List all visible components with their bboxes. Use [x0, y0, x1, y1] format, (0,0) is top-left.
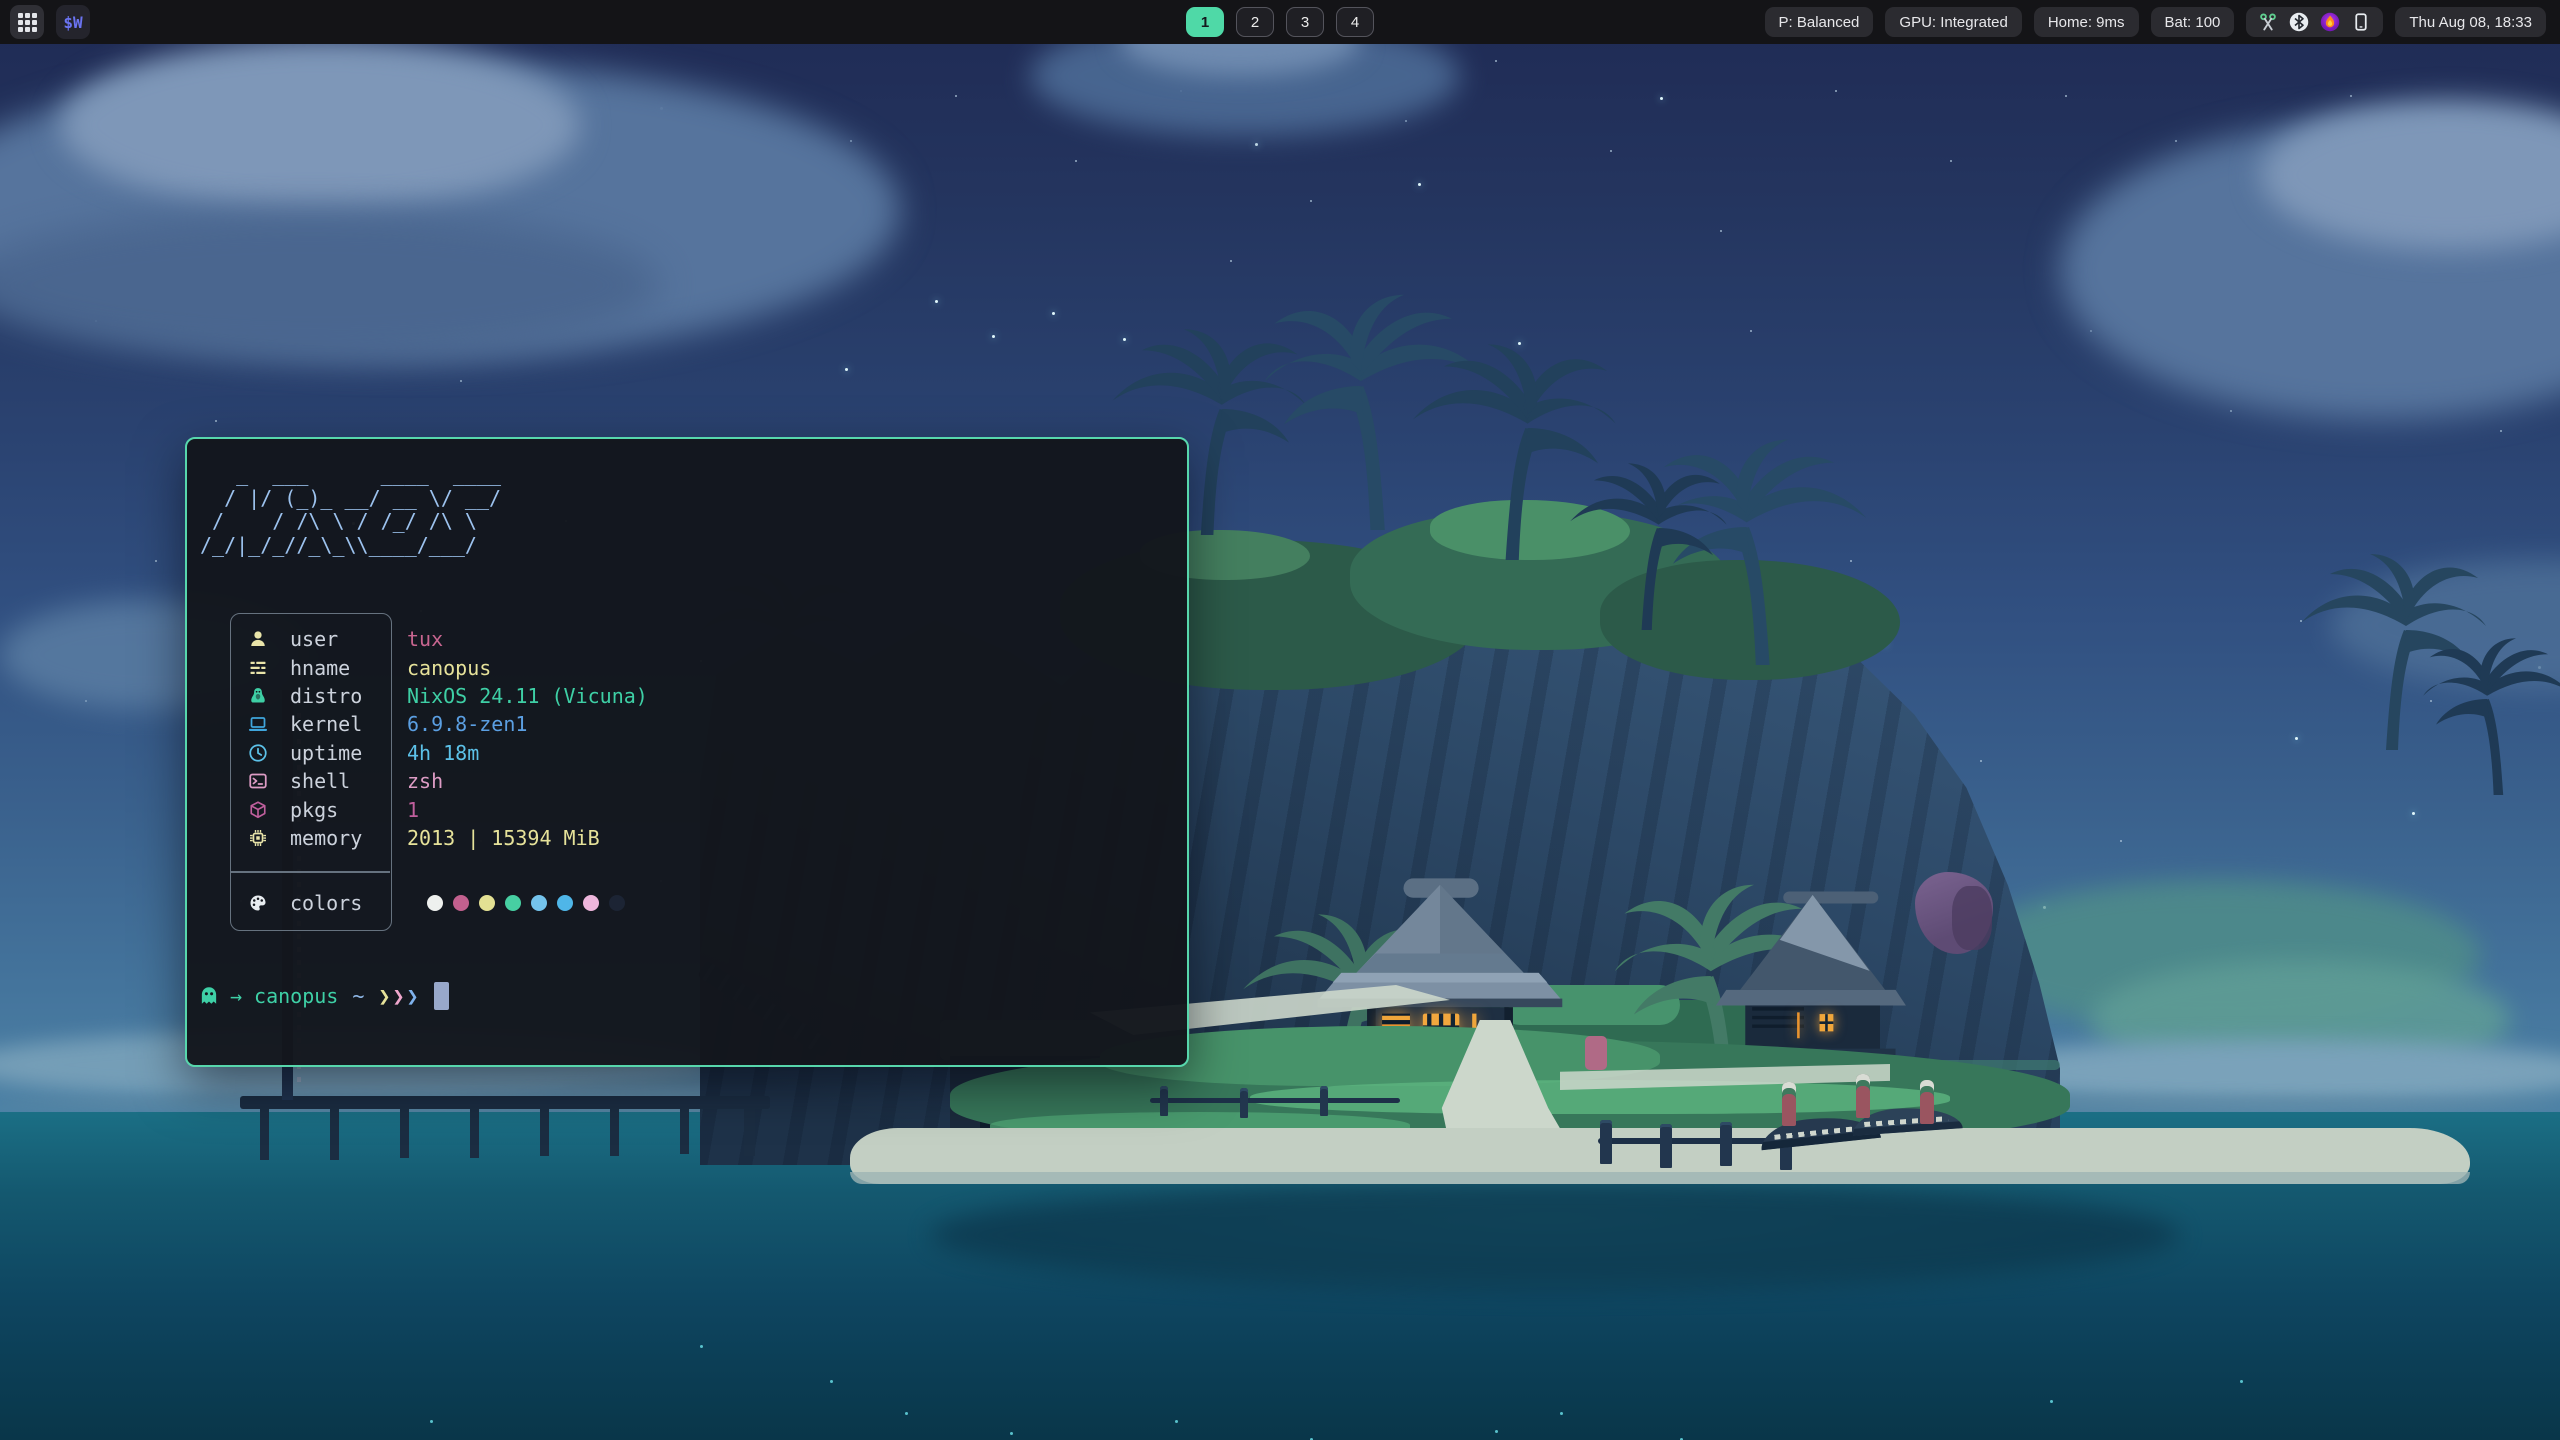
canoe-prow-post — [1782, 1082, 1796, 1126]
fetch-value: tux — [407, 627, 443, 651]
text-cursor — [434, 982, 449, 1010]
palm-tree — [2420, 610, 2560, 820]
terminal-palette-dots — [427, 895, 625, 911]
canoe-prow-post — [1856, 1074, 1870, 1118]
fetch-value: zsh — [407, 769, 443, 793]
terminal-window[interactable]: _ ___ ____ ____ / |/ (_)_ __/ __ \/ __/ … — [185, 437, 1189, 1067]
statue-rock-shadow — [1952, 886, 1992, 950]
nixos-ascii-logo: _ ___ ____ ____ / |/ (_)_ __/ __ \/ __/ … — [200, 463, 501, 557]
status-pill-group: P: Balanced GPU: Integrated Home: 9ms Bat: … — [1765, 7, 2235, 37]
prompt-hostname: canopus — [254, 984, 338, 1008]
fetch-info-table: usertuxhnamecanopusdistroNixOS 24.11 (Vi… — [230, 625, 648, 852]
ghost-icon — [198, 985, 220, 1007]
palette-dot — [583, 895, 599, 911]
fetch-label: hname — [290, 656, 407, 680]
fetch-row: uptime4h 18m — [230, 739, 648, 767]
bar-left-group: $W — [10, 5, 90, 39]
prompt-arrow: → — [230, 984, 242, 1008]
user-icon — [248, 629, 268, 649]
scissors-icon[interactable] — [2258, 12, 2278, 32]
palette-dot — [505, 895, 521, 911]
fetch-value: NixOS 24.11 (Vicuna) — [407, 684, 648, 708]
flameshot-icon[interactable] — [2320, 12, 2340, 32]
prompt-path: ~ — [352, 984, 364, 1008]
workspace-button-1[interactable]: 1 — [1186, 7, 1224, 37]
workspace-button-4[interactable]: 4 — [1336, 7, 1374, 37]
fetch-label: pkgs — [290, 798, 407, 822]
palette-dot — [531, 895, 547, 911]
fetch-row: hnamecanopus — [230, 653, 648, 681]
fetch-row: distroNixOS 24.11 (Vicuna) — [230, 682, 648, 710]
status-pill[interactable]: Bat: 100 — [2151, 7, 2235, 37]
fetch-divider — [230, 871, 390, 873]
fetch-value: 1 — [407, 798, 419, 822]
clock-label: Thu Aug 08, 18:33 — [2409, 14, 2532, 31]
app-launcher-button[interactable] — [10, 5, 44, 39]
penguin-icon — [248, 686, 268, 706]
fetch-row: shellzsh — [230, 767, 648, 795]
system-tray — [2246, 7, 2383, 37]
prompt-chevron: ❯ — [378, 984, 392, 1008]
beach-waterline — [850, 1172, 2470, 1184]
workspace-button-3[interactable]: 3 — [1286, 7, 1324, 37]
fetch-label: uptime — [290, 741, 407, 765]
fetch-row: memory2013 | 15394 MiB — [230, 824, 648, 852]
app-grid-icon — [18, 13, 37, 32]
palette-dot — [453, 895, 469, 911]
cloud — [60, 40, 580, 210]
status-pill[interactable]: P: Balanced — [1765, 7, 1874, 37]
phone-icon[interactable] — [2351, 12, 2371, 32]
fetch-value: 6.9.8-zen1 — [407, 712, 527, 736]
fetch-label: kernel — [290, 712, 407, 736]
barrel — [1585, 1036, 1607, 1070]
shell-prompt[interactable]: → canopus ~ ❯❯❯ — [198, 980, 449, 1012]
fetch-value: 4h 18m — [407, 741, 479, 765]
palette-dot — [557, 895, 573, 911]
island-reflection — [930, 1180, 2180, 1290]
terminal-icon — [248, 771, 268, 791]
canoe-prow-post — [1920, 1080, 1934, 1124]
fetch-row: usertux — [230, 625, 648, 653]
fetch-colors-row: colors — [230, 883, 625, 923]
package-icon — [248, 800, 268, 820]
fetch-row: kernel6.9.8-zen1 — [230, 710, 648, 738]
fetch-value: canopus — [407, 656, 491, 680]
clock-icon — [248, 743, 268, 763]
clock-pill[interactable]: Thu Aug 08, 18:33 — [2395, 7, 2546, 37]
prompt-chevron: ❯ — [406, 984, 420, 1008]
list-icon — [248, 658, 268, 678]
fetch-value: 2013 | 15394 MiB — [407, 826, 600, 850]
fetch-row: pkgs1 — [230, 795, 648, 823]
prompt-chevron: ❯ — [392, 984, 406, 1008]
palette-dot — [427, 895, 443, 911]
laptop-icon — [248, 714, 268, 734]
fetch-label: distro — [290, 684, 407, 708]
workspace-button-2[interactable]: 2 — [1236, 7, 1274, 37]
fetch-label: user — [290, 627, 407, 651]
palm-tree — [1560, 430, 1730, 660]
prompt-chevrons: ❯❯❯ — [378, 984, 420, 1008]
fetch-label: shell — [290, 769, 407, 793]
fetch-label: memory — [290, 826, 407, 850]
status-pill[interactable]: GPU: Integrated — [1885, 7, 2021, 37]
top-bar: $W 1234 P: Balanced GPU: Integrated Home: … — [0, 0, 2560, 44]
status-pill[interactable]: Home: 9ms — [2034, 7, 2139, 37]
workspace-logo-button[interactable]: $W — [56, 5, 90, 39]
logo-label: $W — [63, 13, 82, 32]
bar-right-group: P: Balanced GPU: Integrated Home: 9ms Bat: … — [1765, 7, 2546, 37]
palette-dot — [479, 895, 495, 911]
workspace-switcher: 1234 — [1186, 7, 1374, 37]
colors-label: colors — [290, 891, 407, 915]
bluetooth-icon[interactable] — [2289, 12, 2309, 32]
palette-dot — [609, 895, 625, 911]
palette-icon — [248, 893, 268, 913]
chip-icon — [248, 828, 268, 848]
